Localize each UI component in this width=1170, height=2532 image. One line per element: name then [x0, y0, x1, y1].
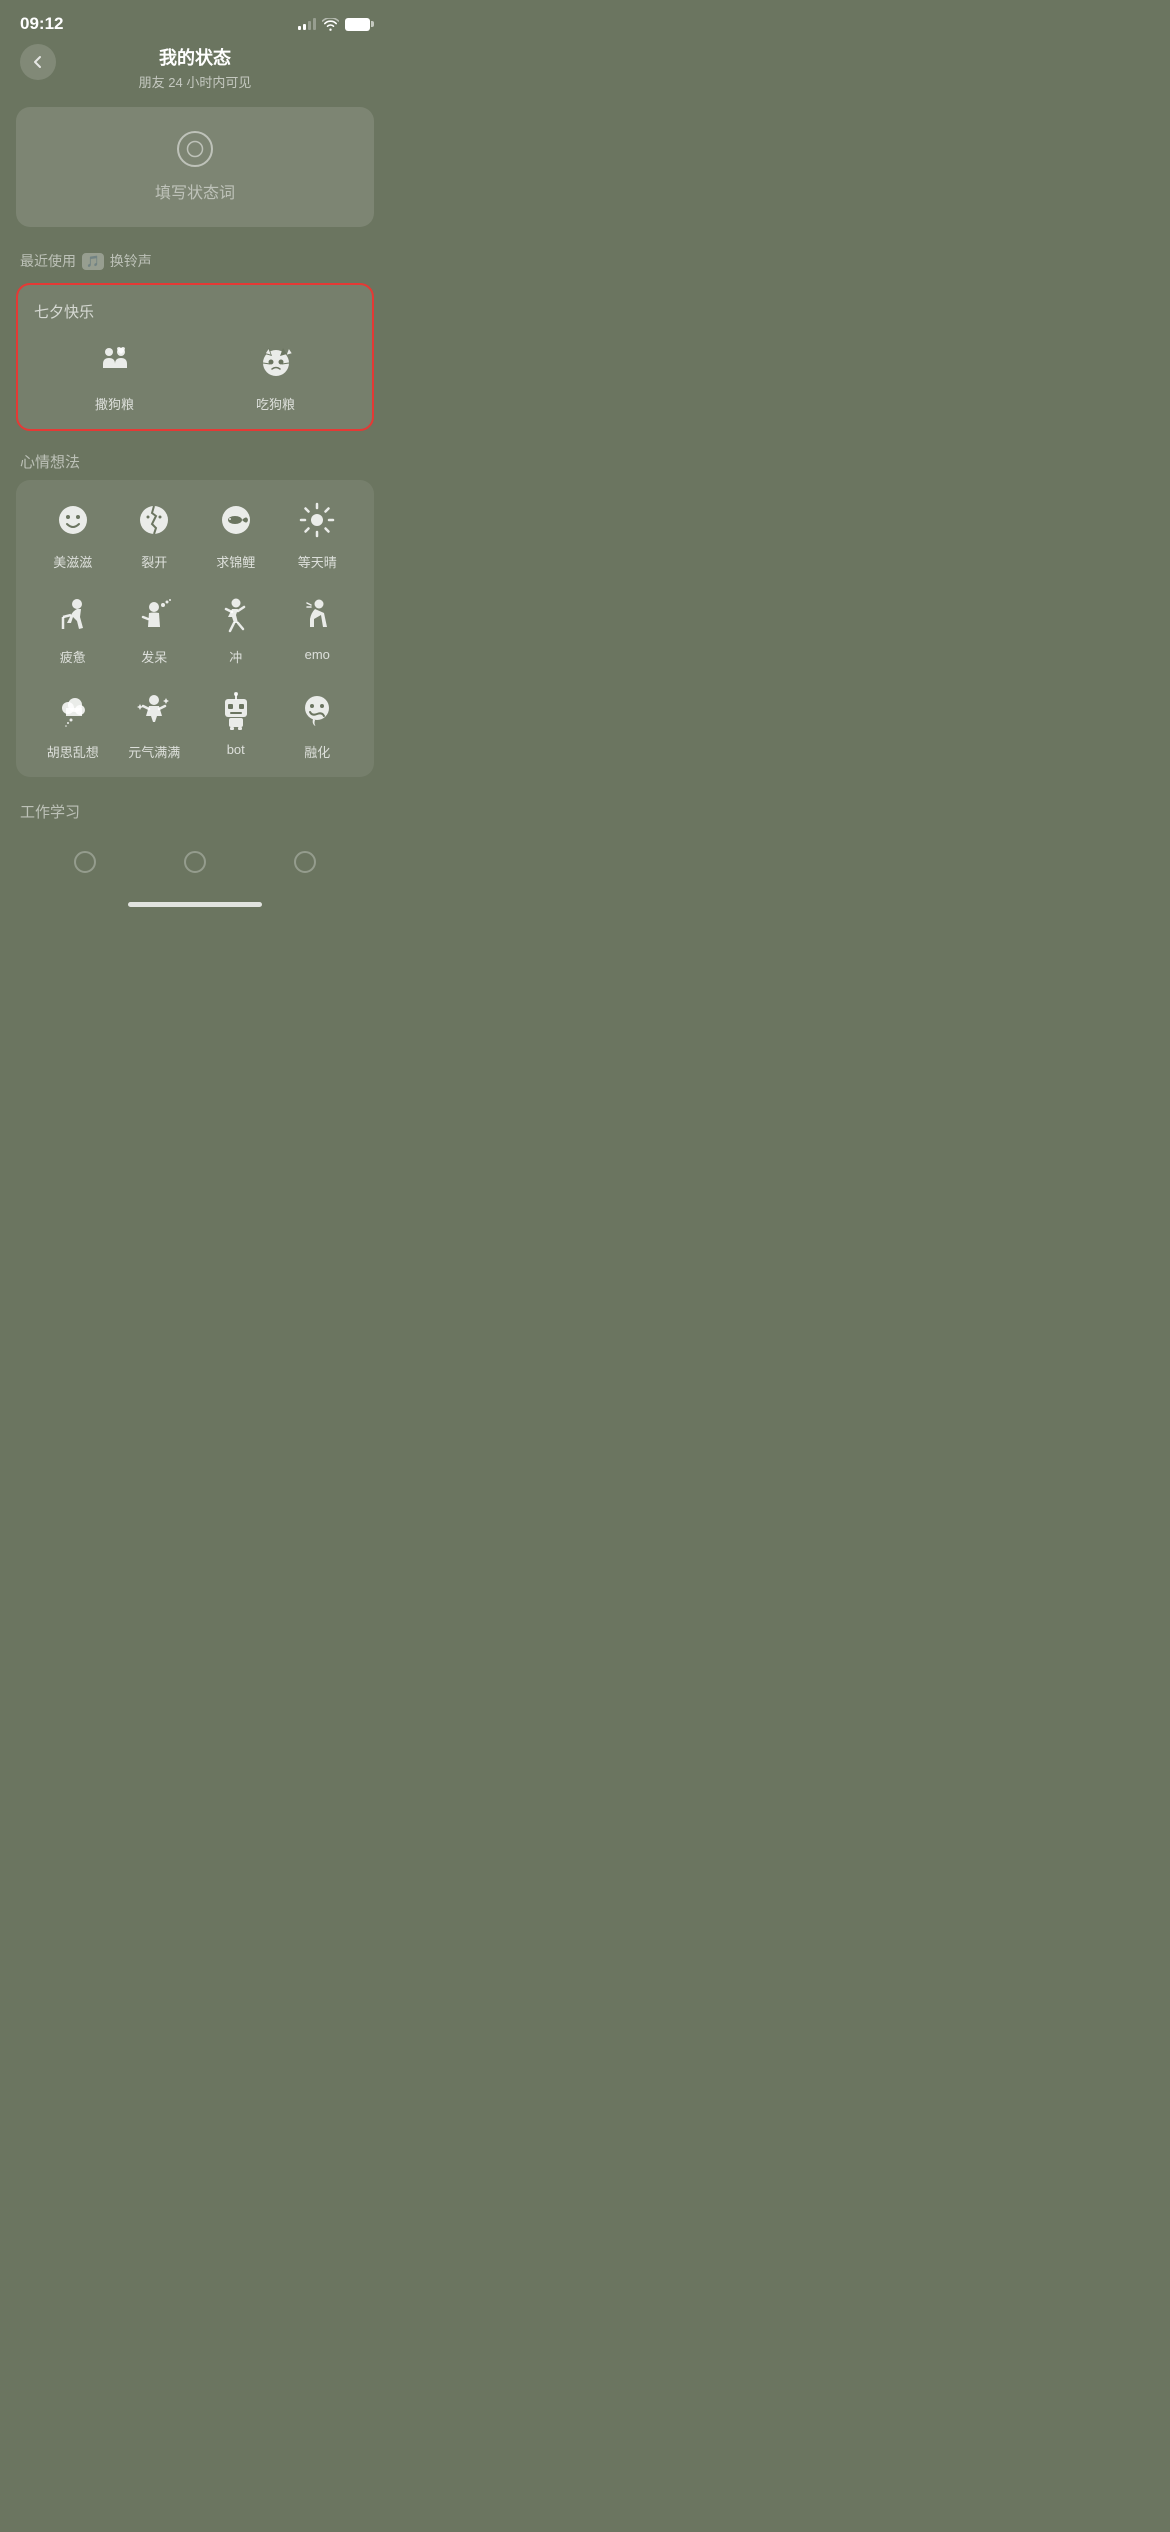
status-label: 疲惫: [60, 647, 86, 666]
wifi-icon: [322, 18, 339, 31]
status-input-card[interactable]: 填写状态词: [16, 107, 374, 227]
status-item-冲[interactable]: 冲: [195, 591, 277, 666]
status-label: 等天晴: [298, 552, 337, 571]
bottom-bar: [0, 834, 390, 894]
status-item-裂开[interactable]: 裂开: [114, 496, 196, 571]
daze-icon: [130, 591, 178, 639]
cracked-icon: [130, 496, 178, 544]
status-time: 09:12: [20, 14, 63, 34]
status-label: 求锦鲤: [216, 552, 255, 571]
status-label: 吃狗粮: [256, 394, 295, 413]
recent-label: 最近使用: [20, 251, 76, 271]
status-item-等天晴[interactable]: 等天晴: [277, 496, 359, 571]
signal-icon: [298, 18, 316, 30]
status-item-美滋滋[interactable]: 美滋滋: [32, 496, 114, 571]
battery-icon: [345, 18, 370, 31]
status-item-撒狗粮[interactable]: 撒狗粮: [34, 338, 195, 413]
work-title: 工作学习: [20, 804, 80, 821]
tired-icon: [49, 591, 97, 639]
status-icons: [298, 18, 370, 31]
status-label: 裂开: [141, 552, 167, 571]
bottom-icon-2[interactable]: [181, 848, 209, 881]
status-item-吃狗粮[interactable]: 吃狗粮: [195, 338, 356, 413]
cat-sad-icon: [252, 338, 300, 386]
bottom-icon-1[interactable]: [71, 848, 99, 881]
status-label: emo: [305, 647, 330, 662]
emo-icon: [293, 591, 341, 639]
home-indicator-container: [0, 894, 390, 919]
status-item-求锦鲤[interactable]: 求锦鲤: [195, 496, 277, 571]
status-label: 冲: [229, 647, 242, 666]
koi-icon: [212, 496, 260, 544]
back-button[interactable]: [20, 44, 56, 80]
qixi-grid: 撒狗粮: [34, 338, 356, 413]
bot-icon: [212, 686, 260, 734]
mood-title: 心情想法: [20, 454, 80, 471]
smile-icon: [49, 496, 97, 544]
bottom-icon-3[interactable]: [291, 848, 319, 881]
status-label: bot: [227, 742, 245, 757]
mood-section: 美滋滋 裂开: [16, 480, 374, 777]
recent-section-header: 最近使用 🎵 换铃声: [0, 243, 390, 279]
status-item-emo[interactable]: emo: [277, 591, 359, 666]
status-item-发呆[interactable]: 发呆: [114, 591, 196, 666]
status-label: 融化: [304, 742, 330, 761]
music-note-icon: 🎵: [82, 253, 104, 270]
status-item-元气满满[interactable]: 元气满满: [114, 686, 196, 761]
status-item-bot[interactable]: bot: [195, 686, 277, 761]
couple-icon: [91, 338, 139, 386]
mood-grid: 美滋滋 裂开: [32, 496, 358, 761]
status-placeholder: 填写状态词: [155, 179, 235, 203]
work-section-header: 工作学习: [0, 793, 390, 834]
status-item-胡思乱想[interactable]: 胡思乱想: [32, 686, 114, 761]
rush-icon: [212, 591, 260, 639]
status-label: 元气满满: [128, 742, 180, 761]
status-label: 美滋滋: [53, 552, 92, 571]
status-label: 胡思乱想: [47, 742, 99, 761]
status-item-融化[interactable]: 融化: [277, 686, 359, 761]
mood-section-header: 心情想法: [0, 447, 390, 480]
page-title: 我的状态: [159, 44, 231, 70]
status-label: 撒狗粮: [95, 394, 134, 413]
page-subtitle: 朋友 24 小时内可见: [139, 72, 252, 91]
status-label: 发呆: [141, 647, 167, 666]
add-status-icon: [177, 131, 213, 167]
home-indicator: [128, 902, 262, 907]
status-item-疲惫[interactable]: 疲惫: [32, 591, 114, 666]
energetic-icon: [130, 686, 178, 734]
header: 我的状态 朋友 24 小时内可见: [0, 40, 390, 107]
qixi-title: 七夕快乐: [34, 301, 356, 322]
melt-icon: [293, 686, 341, 734]
sun-icon: [293, 496, 341, 544]
ringtone-label: 换铃声: [110, 251, 152, 271]
qixi-section: 七夕快乐 撒狗粮: [16, 283, 374, 431]
thought-icon: [49, 686, 97, 734]
status-bar: 09:12: [0, 0, 390, 40]
